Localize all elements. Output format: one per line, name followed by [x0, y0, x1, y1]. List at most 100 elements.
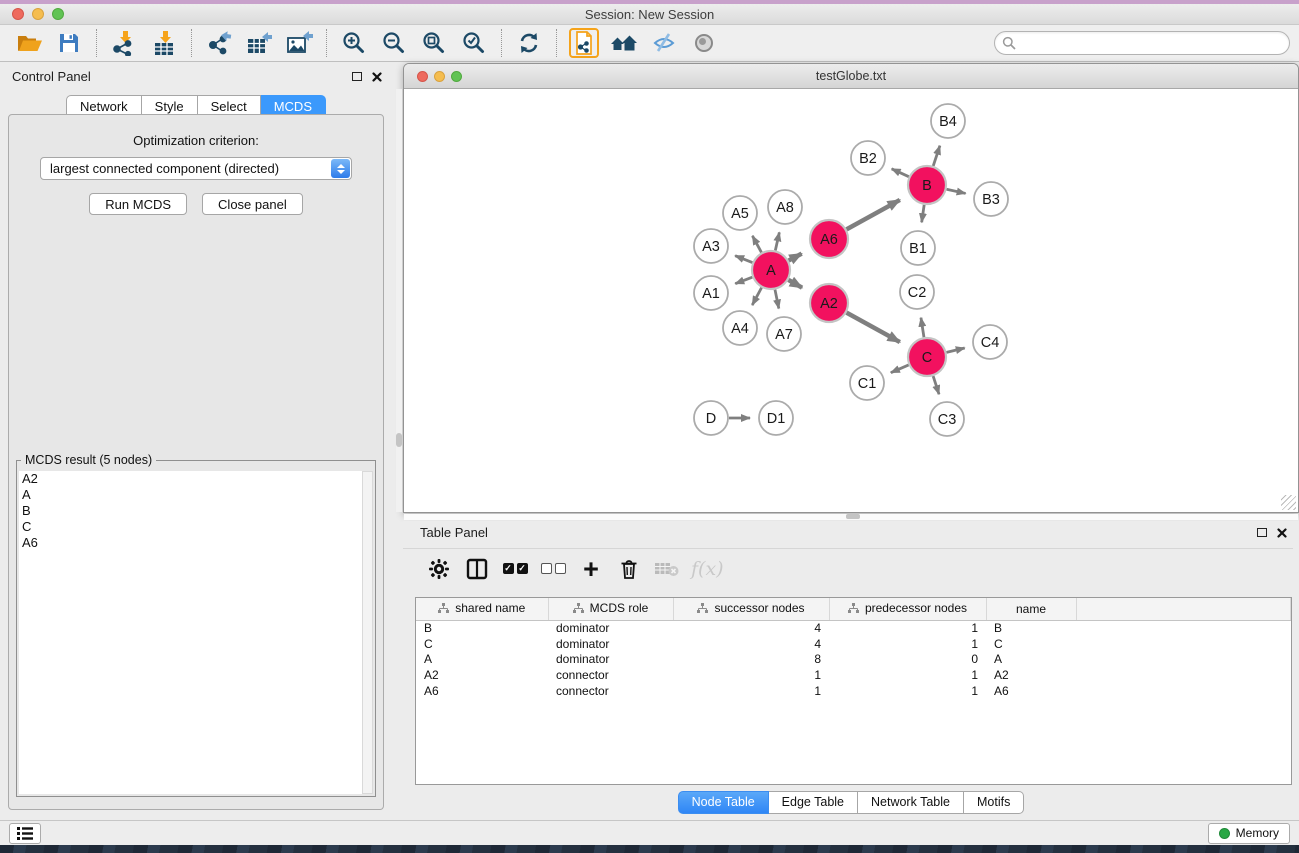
- result-scrollbar[interactable]: [362, 471, 373, 794]
- table-row[interactable]: Adominator80A: [416, 651, 1291, 667]
- node-C4[interactable]: C4: [973, 325, 1007, 359]
- open-file-icon[interactable]: [9, 28, 49, 59]
- table-row[interactable]: Cdominator41C: [416, 636, 1291, 652]
- zoom-window-button[interactable]: [52, 8, 64, 20]
- node-A1[interactable]: A1: [694, 276, 728, 310]
- close-window-button[interactable]: [12, 8, 24, 20]
- edge-B-B3[interactable]: [947, 189, 966, 193]
- node-C2[interactable]: C2: [900, 275, 934, 309]
- edge-A-A6[interactable]: [789, 254, 802, 261]
- close-panel-icon[interactable]: [372, 72, 382, 82]
- task-history-button[interactable]: [9, 823, 41, 844]
- edge-C-C4[interactable]: [946, 348, 964, 352]
- node-A6[interactable]: A6: [810, 220, 848, 258]
- column-header-MCDS-role[interactable]: MCDS role: [548, 598, 673, 620]
- export-image-icon[interactable]: [279, 28, 319, 59]
- edge-A-A4[interactable]: [752, 288, 761, 305]
- import-table-icon[interactable]: [144, 28, 184, 59]
- zoom-fit-icon[interactable]: [414, 28, 454, 59]
- node-A2[interactable]: A2: [810, 284, 848, 322]
- home-icon[interactable]: [604, 28, 644, 59]
- node-A[interactable]: A: [752, 251, 790, 289]
- network-canvas[interactable]: B4B2BB3A5A8A6B1A3AA1C2A2A4A7C4CC1C3DD1: [404, 89, 1298, 512]
- result-item[interactable]: B: [19, 503, 362, 519]
- result-item[interactable]: A2: [19, 471, 362, 487]
- function-builder-icon[interactable]: f(x): [691, 555, 724, 583]
- node-B3[interactable]: B3: [974, 182, 1008, 216]
- edge-A-A1[interactable]: [735, 277, 752, 284]
- edge-B-B2[interactable]: [892, 169, 909, 177]
- delete-columns-icon[interactable]: [615, 555, 643, 583]
- network-window-titlebar[interactable]: testGlobe.txt: [404, 64, 1298, 89]
- window-resize-grip[interactable]: [1281, 495, 1296, 510]
- node-A5[interactable]: A5: [723, 196, 757, 230]
- node-C3[interactable]: C3: [930, 402, 964, 436]
- column-header-name[interactable]: name: [986, 598, 1076, 620]
- edge-A-A3[interactable]: [735, 256, 752, 263]
- tab-network-table[interactable]: Network Table: [858, 791, 964, 814]
- zoom-in-icon[interactable]: [334, 28, 374, 59]
- edge-B-B4[interactable]: [933, 146, 940, 166]
- run-mcds-button[interactable]: Run MCDS: [89, 193, 187, 215]
- edge-A2-C[interactable]: [847, 313, 900, 342]
- zoom-out-icon[interactable]: [374, 28, 414, 59]
- node-A4[interactable]: A4: [723, 311, 757, 345]
- edge-A-A7[interactable]: [775, 290, 779, 309]
- close-table-panel-icon[interactable]: [1277, 528, 1287, 538]
- hide-graphics-details-icon[interactable]: [644, 28, 684, 59]
- column-header-predecessor-nodes[interactable]: predecessor nodes: [829, 598, 986, 620]
- close-panel-button[interactable]: Close panel: [202, 193, 303, 215]
- select-all-checkboxes-icon[interactable]: ✓✓: [501, 555, 529, 583]
- float-panel-icon[interactable]: [352, 72, 362, 81]
- search-field[interactable]: [994, 31, 1290, 55]
- edge-C-C3[interactable]: [933, 376, 939, 394]
- criterion-dropdown[interactable]: largest connected component (directed): [40, 157, 352, 180]
- float-table-panel-icon[interactable]: [1257, 528, 1267, 537]
- table-row[interactable]: A2connector11A2: [416, 667, 1291, 683]
- tab-edge-table[interactable]: Edge Table: [769, 791, 858, 814]
- edge-A-A2[interactable]: [788, 280, 802, 288]
- node-B4[interactable]: B4: [931, 104, 965, 138]
- memory-button[interactable]: Memory: [1208, 823, 1290, 844]
- show-column-panel-icon[interactable]: [463, 555, 491, 583]
- settings-gear-icon[interactable]: [425, 555, 453, 583]
- node-B2[interactable]: B2: [851, 141, 885, 175]
- node-A7[interactable]: A7: [767, 317, 801, 351]
- minimize-window-button[interactable]: [32, 8, 44, 20]
- node-D1[interactable]: D1: [759, 401, 793, 435]
- table-row[interactable]: Bdominator41B: [416, 620, 1291, 636]
- zoom-network-button[interactable]: [451, 71, 462, 82]
- edge-A-A8[interactable]: [775, 232, 779, 250]
- network-vertical-scrollbar[interactable]: [396, 89, 402, 512]
- node-A3[interactable]: A3: [694, 229, 728, 263]
- result-item[interactable]: C: [19, 519, 362, 535]
- node-A8[interactable]: A8: [768, 190, 802, 224]
- tab-motifs[interactable]: Motifs: [964, 791, 1024, 814]
- edge-C-C1[interactable]: [891, 365, 909, 373]
- network-file-active-icon[interactable]: [564, 28, 604, 59]
- result-item[interactable]: A6: [19, 535, 362, 551]
- import-network-icon[interactable]: [104, 28, 144, 59]
- edge-A6-B[interactable]: [847, 200, 900, 229]
- export-table-icon[interactable]: [239, 28, 279, 59]
- node-B1[interactable]: B1: [901, 231, 935, 265]
- save-session-icon[interactable]: [49, 28, 89, 59]
- tab-node-table[interactable]: Node Table: [678, 791, 769, 814]
- minimize-network-button[interactable]: [434, 71, 445, 82]
- node-D[interactable]: D: [694, 401, 728, 435]
- table-row[interactable]: A6connector11A6: [416, 683, 1291, 699]
- edge-A-A5[interactable]: [752, 236, 761, 253]
- refresh-icon[interactable]: [509, 28, 549, 59]
- delete-table-icon[interactable]: [653, 555, 681, 583]
- close-network-button[interactable]: [417, 71, 428, 82]
- deselect-all-checkboxes-icon[interactable]: [539, 555, 567, 583]
- show-graphics-details-icon[interactable]: [684, 28, 724, 59]
- add-column-icon[interactable]: +: [577, 555, 605, 583]
- search-input[interactable]: [1020, 36, 1282, 50]
- column-header-successor-nodes[interactable]: successor nodes: [673, 598, 829, 620]
- network-horizontal-scrollbar[interactable]: [404, 514, 1298, 520]
- edge-C-C2[interactable]: [921, 318, 924, 338]
- column-header-shared-name[interactable]: shared name: [416, 598, 548, 620]
- node-C[interactable]: C: [908, 338, 946, 376]
- node-C1[interactable]: C1: [850, 366, 884, 400]
